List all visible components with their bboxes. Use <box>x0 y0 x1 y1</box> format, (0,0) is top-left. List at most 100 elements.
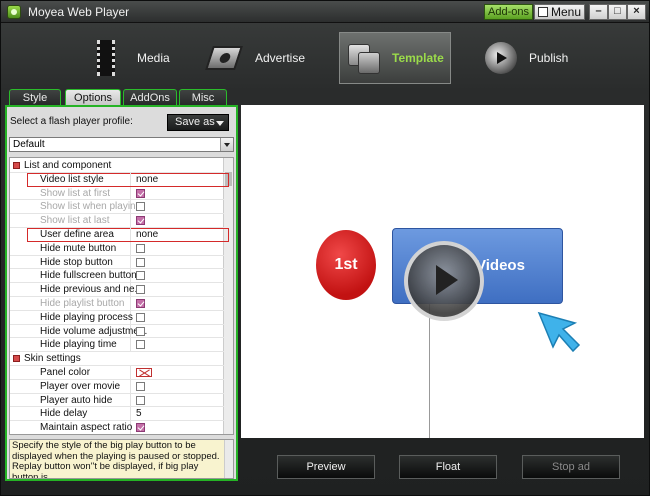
app-logo-icon <box>7 5 21 19</box>
grid-row[interactable]: Player over movie <box>10 379 224 394</box>
toolbar-advertise[interactable]: Advertise <box>205 32 305 84</box>
grid-row[interactable]: Hide stop button <box>10 255 224 270</box>
app-window: Moyea Web Player Add-ons Menu – □ × Medi… <box>0 0 650 496</box>
grid-row-label: Video list style <box>40 173 104 185</box>
template-preview: 1st Videos <box>241 105 644 438</box>
float-button[interactable]: Float <box>399 455 497 479</box>
menu-button[interactable]: Menu <box>534 4 585 20</box>
settings-tabs: Style Options AddOns Misc <box>7 89 237 106</box>
stop-ad-button[interactable]: Stop ad <box>522 455 620 479</box>
title-bar: Moyea Web Player Add-ons Menu – □ × <box>1 1 649 23</box>
tab-misc[interactable]: Misc <box>179 89 227 106</box>
grid-row-checkbox[interactable] <box>136 395 145 405</box>
grid-row-checkbox[interactable] <box>136 243 145 253</box>
column-separator <box>130 407 131 421</box>
save-as-button[interactable]: Save as <box>167 114 229 131</box>
grid-row[interactable]: Hide playing process ... <box>10 310 224 325</box>
grid-row[interactable]: Hide playing time <box>10 338 224 353</box>
toolbar-template[interactable]: Template <box>339 32 451 84</box>
column-separator <box>130 186 131 200</box>
grid-row-label: Show list at last <box>40 215 110 227</box>
reel-icon <box>205 38 243 78</box>
dropdown-arrow-icon[interactable] <box>220 138 233 151</box>
grid-row-label: Hide mute button <box>40 242 117 254</box>
grid-row-label: Hide delay <box>40 408 88 420</box>
grid-row-checkbox[interactable] <box>136 312 145 322</box>
grid-row-value[interactable]: none <box>136 229 158 240</box>
grid-row[interactable]: Panel color <box>10 366 224 380</box>
grid-row-checkbox[interactable] <box>136 423 145 433</box>
play-icon[interactable] <box>404 241 484 321</box>
main-toolbar: Media Advertise Template Publish <box>1 24 649 90</box>
color-swatch[interactable] <box>136 368 152 377</box>
grid-row[interactable]: Show list at last <box>10 214 224 228</box>
tab-options[interactable]: Options <box>65 89 121 106</box>
profile-label: Select a flash player profile: <box>10 116 133 127</box>
grid-row-label: Skin settings <box>24 353 81 365</box>
grid-category[interactable]: Skin settings <box>10 352 224 366</box>
menu-icon <box>538 7 548 17</box>
grid-row[interactable]: Hide delay 5 <box>10 407 224 422</box>
grid-row-checkbox[interactable] <box>136 188 145 198</box>
grid-row[interactable]: Hide playlist button <box>10 297 224 311</box>
grid-row-value[interactable]: 5 <box>136 408 142 419</box>
toolbar-template-label: Template <box>392 51 444 65</box>
grid-row[interactable]: Show list when playing <box>10 200 224 215</box>
grid-row[interactable]: Maintain aspect ratio <box>10 421 224 434</box>
maximize-button[interactable]: □ <box>608 4 627 20</box>
column-separator <box>130 366 131 379</box>
grid-row-label: Hide playing process ... <box>40 311 144 323</box>
grid-row-value[interactable]: none <box>136 174 158 185</box>
grid-row-checkbox[interactable] <box>136 216 145 226</box>
property-grid: List and component Video list style none Sh… <box>9 157 234 435</box>
grid-row-checkbox[interactable] <box>136 202 145 212</box>
preview-button[interactable]: Preview <box>277 455 375 479</box>
toolbar-media-label: Media <box>137 51 170 65</box>
grid-row-label: List and component <box>24 160 112 171</box>
grid-row-label: Hide fullscreen button <box>40 270 137 282</box>
grid-row[interactable]: Hide volume adjustme... <box>10 324 224 339</box>
toolbar-publish-label: Publish <box>529 51 569 65</box>
grid-row[interactable]: Hide fullscreen button <box>10 269 224 284</box>
collapse-icon[interactable] <box>13 355 20 363</box>
grid-row-label: Hide volume adjustme... <box>40 325 148 337</box>
grid-row-label: User define area <box>40 229 114 240</box>
grid-row-checkbox[interactable] <box>136 271 145 281</box>
grid-scrollbar[interactable] <box>223 158 233 434</box>
grid-row-label: Hide playlist button <box>40 298 125 309</box>
close-button[interactable]: × <box>627 4 646 20</box>
grid-row[interactable]: Hide previous and ne... <box>10 283 224 297</box>
template-icon <box>344 38 380 78</box>
grid-row-checkbox[interactable] <box>136 285 145 295</box>
profile-select[interactable]: Default <box>9 137 234 152</box>
grid-row-label: Maintain aspect ratio <box>40 422 133 434</box>
film-icon <box>89 38 125 78</box>
column-separator <box>130 393 131 407</box>
grid-row-label: Show list when playing <box>40 201 142 213</box>
grid-row-checkbox[interactable] <box>136 326 145 336</box>
grid-row[interactable]: User define area none <box>27 228 229 242</box>
minimize-button[interactable]: – <box>589 4 608 20</box>
grid-category[interactable]: List and component <box>10 159 224 173</box>
column-separator <box>130 241 131 255</box>
grid-row[interactable]: Player auto hide <box>10 393 224 408</box>
options-panel: Select a flash player profile: Save as D… <box>5 105 238 481</box>
grid-row-label: Player over movie <box>40 380 121 392</box>
grid-row[interactable]: Show list at first <box>10 186 224 201</box>
first-badge: 1st <box>316 230 376 300</box>
description-scrollbar[interactable] <box>224 440 233 478</box>
window-title: Moyea Web Player <box>28 5 130 19</box>
toolbar-publish[interactable]: Publish <box>481 32 568 84</box>
tab-style[interactable]: Style <box>9 89 61 106</box>
addons-button[interactable]: Add-ons <box>484 4 533 20</box>
grid-row-checkbox[interactable] <box>136 381 145 391</box>
grid-row-checkbox[interactable] <box>136 299 145 308</box>
grid-row[interactable]: Video list style none <box>27 172 229 187</box>
grid-row-checkbox[interactable] <box>136 257 145 267</box>
toolbar-media[interactable]: Media <box>89 32 170 84</box>
tab-addons[interactable]: AddOns <box>123 89 177 106</box>
grid-row-checkbox[interactable] <box>136 340 145 350</box>
collapse-icon[interactable] <box>13 162 20 169</box>
grid-row-label: Hide stop button <box>40 256 113 268</box>
grid-row[interactable]: Hide mute button <box>10 241 224 256</box>
